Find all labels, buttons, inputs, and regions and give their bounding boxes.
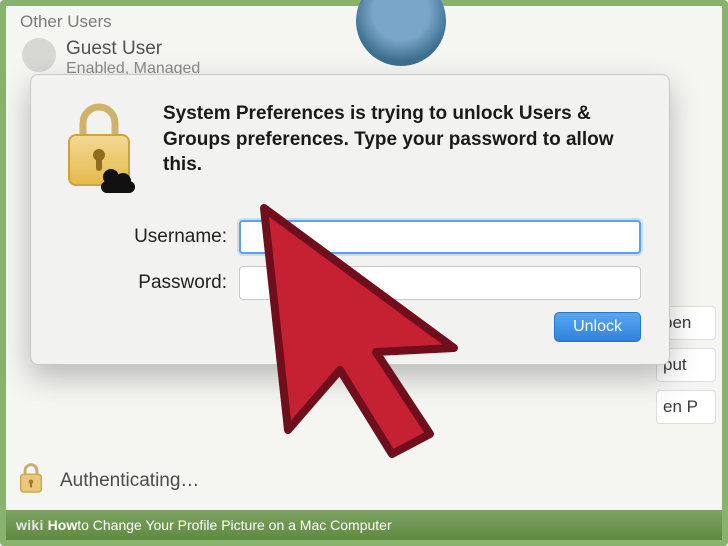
password-label: Password: bbox=[59, 272, 239, 294]
lock-status-row[interactable]: Authenticating… bbox=[16, 461, 199, 500]
lock-icon bbox=[59, 101, 143, 198]
sidebar-section-label: Other Users bbox=[16, 6, 306, 36]
article-caption: wiki How to Change Your Profile Picture … bbox=[6, 510, 722, 540]
brand-prefix: wiki bbox=[16, 517, 44, 533]
username-label: Username: bbox=[59, 226, 239, 248]
lock-icon bbox=[16, 461, 46, 500]
bg-fragment: en P bbox=[656, 390, 716, 424]
users-sidebar: Other Users Guest User Enabled, Managed bbox=[16, 6, 306, 80]
sidebar-user-name: Guest User bbox=[66, 38, 200, 60]
lock-status-text: Authenticating… bbox=[60, 470, 199, 492]
guest-avatar-icon bbox=[22, 38, 56, 72]
auth-message: System Preferences is trying to unlock U… bbox=[163, 101, 641, 198]
username-field[interactable] bbox=[239, 220, 641, 254]
brand-bold: How bbox=[48, 517, 78, 533]
unlock-button[interactable]: Unlock bbox=[554, 312, 641, 342]
password-field[interactable] bbox=[239, 266, 641, 300]
auth-dialog: System Preferences is trying to unlock U… bbox=[30, 74, 670, 365]
article-title: to Change Your Profile Picture on a Mac … bbox=[77, 517, 391, 533]
auth-form: Username: Password: bbox=[59, 220, 641, 300]
profile-picture-icon[interactable] bbox=[356, 0, 446, 66]
